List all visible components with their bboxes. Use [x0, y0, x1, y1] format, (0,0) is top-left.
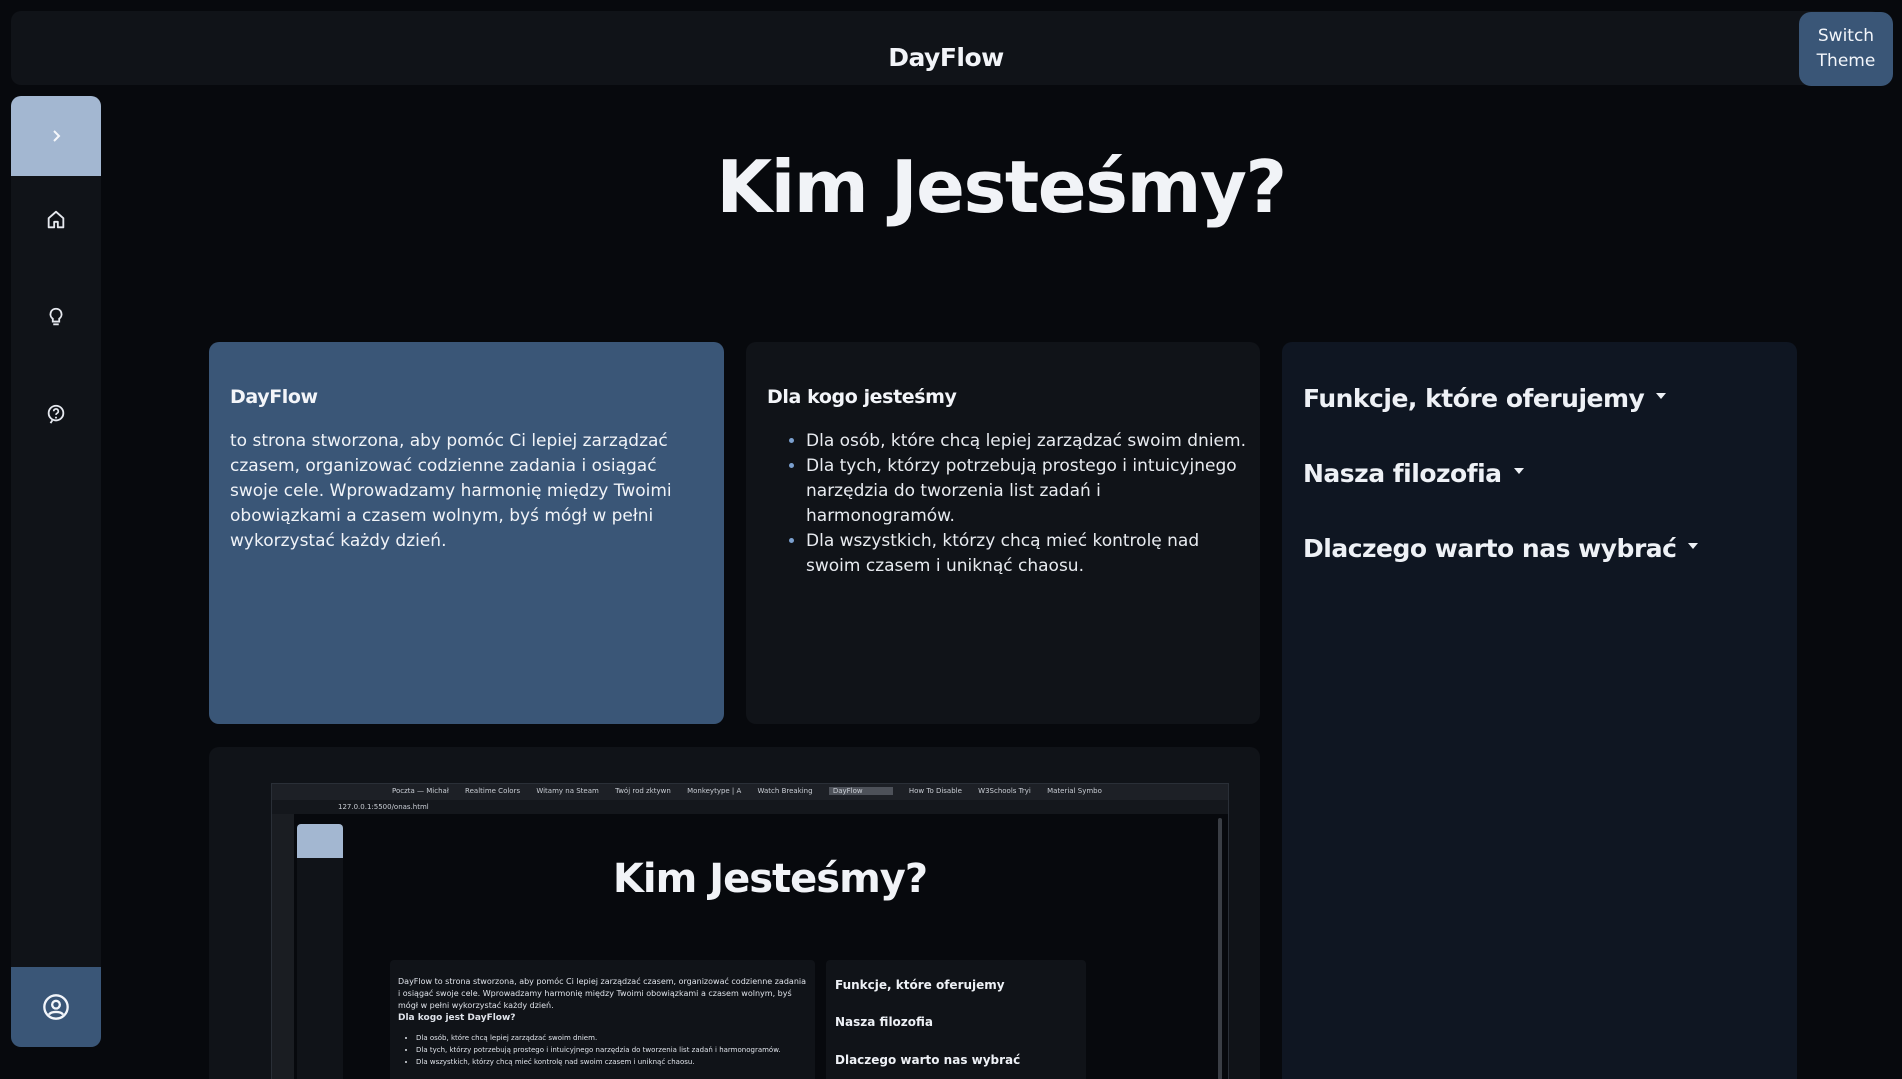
- screenshot-who-list: Dla osób, które chcą lepiej zarządzać sw…: [416, 1032, 806, 1068]
- list-item: Dla osób, które chcą lepiej zarządzać sw…: [416, 1032, 806, 1044]
- accordion-item-features[interactable]: Funkcje, które oferujemy: [1303, 384, 1667, 413]
- list-item: Dla tych, którzy potrzebują prostego i i…: [806, 454, 1246, 529]
- accordion-card: Funkcje, które oferujemy Nasza filozofia…: [1282, 342, 1797, 1079]
- browser-url: 127.0.0.1:5500/onas.html: [272, 800, 1228, 814]
- accordion-label: Nasza filozofia: [1303, 459, 1502, 488]
- sidebar-toggle-button[interactable]: [11, 96, 101, 176]
- sidebar-item-help[interactable]: [11, 392, 101, 436]
- caret-down-icon: [1656, 393, 1667, 399]
- sidebar-item-ideas[interactable]: [11, 295, 101, 339]
- switch-theme-button[interactable]: Switch Theme: [1799, 12, 1893, 86]
- sidebar-item-home[interactable]: [11, 198, 101, 242]
- screenshot-sidebar-toggle: [297, 824, 343, 858]
- home-icon: [47, 210, 65, 229]
- browser-tab: W3Schools Tryi: [978, 787, 1031, 795]
- page-title: Kim Jesteśmy?: [716, 145, 1287, 229]
- browser-tab: Poczta — Michał: [392, 787, 449, 795]
- browser-tab: How To Disable: [908, 787, 962, 795]
- sidebar: [11, 96, 101, 1047]
- browser-tab: Twój rod zktywn: [615, 787, 671, 795]
- screenshot-about-card: DayFlow to strona stworzona, aby pomóc C…: [390, 960, 815, 1079]
- browser-tab: Material Symbo: [1047, 787, 1102, 795]
- screenshot-who-heading: Dla kogo jest DayFlow?: [398, 1013, 516, 1023]
- screenshot-accordion-item: Funkcje, które oferujemy: [835, 978, 1005, 992]
- browser-tab: Watch Breaking: [757, 787, 813, 795]
- audience-heading: Dla kogo jesteśmy: [767, 386, 957, 408]
- accordion-label: Dlaczego warto nas wybrać: [1303, 534, 1677, 563]
- browser-tab: Realtime Colors: [465, 787, 521, 795]
- audience-card: Dla kogo jesteśmy Dla osób, które chcą l…: [746, 342, 1260, 724]
- browser-tab-bar: Poczta — Michał Realtime Colors Witamy n…: [272, 784, 1228, 800]
- browser-tab: Witamy na Steam: [536, 787, 599, 795]
- list-item: Dla tych, którzy potrzebują prostego i i…: [416, 1044, 806, 1056]
- lightbulb-icon: [49, 307, 63, 326]
- screenshot-scrollbar: [1218, 818, 1222, 1079]
- caret-down-icon: [1688, 543, 1699, 549]
- about-card: DayFlow to strona stworzona, aby pomóc C…: [209, 342, 724, 724]
- browser-tab: Monkeytype | A: [687, 787, 742, 795]
- top-bar: DayFlow: [11, 11, 1881, 85]
- screenshot-card: Poczta — Michał Realtime Colors Witamy n…: [209, 747, 1260, 1079]
- caret-down-icon: [1513, 468, 1524, 474]
- screenshot-image: Poczta — Michał Realtime Colors Witamy n…: [271, 783, 1229, 1079]
- about-text: to strona stworzona, aby pomóc Ci lepiej…: [230, 431, 672, 551]
- screenshot-sidebar: [297, 824, 343, 1079]
- screenshot-accordion-item: Nasza filozofia: [835, 1015, 934, 1029]
- screenshot-title: Kim Jesteśmy?: [612, 856, 928, 902]
- browser-side-strip: [272, 814, 294, 1079]
- screenshot-accordion-item: Dlaczego warto nas wybrać: [835, 1053, 1021, 1067]
- help-icon: [47, 404, 65, 424]
- chevron-right-icon: [53, 130, 61, 142]
- accordion-item-philosophy[interactable]: Nasza filozofia: [1303, 459, 1524, 488]
- audience-list: Dla osób, które chcą lepiej zarządzać sw…: [806, 429, 1246, 579]
- screenshot-accordion-card: Funkcje, które oferujemy Nasza filozofia…: [826, 960, 1086, 1079]
- accordion-label: Funkcje, które oferujemy: [1303, 384, 1645, 413]
- list-item: Dla wszystkich, którzy chcą mieć kontrol…: [416, 1056, 806, 1068]
- screenshot-about-text: DayFlow to strona stworzona, aby pomóc C…: [398, 977, 807, 1010]
- about-heading: DayFlow: [230, 386, 318, 408]
- list-item: Dla wszystkich, którzy chcą mieć kontrol…: [806, 529, 1246, 579]
- brand-title: DayFlow: [888, 43, 1004, 72]
- account-button[interactable]: [11, 967, 101, 1047]
- list-item: Dla osób, które chcą lepiej zarządzać sw…: [806, 429, 1246, 454]
- accordion-item-why-us[interactable]: Dlaczego warto nas wybrać: [1303, 534, 1699, 563]
- account-circle-icon: [43, 994, 69, 1020]
- browser-tab-active: DayFlow: [828, 787, 893, 795]
